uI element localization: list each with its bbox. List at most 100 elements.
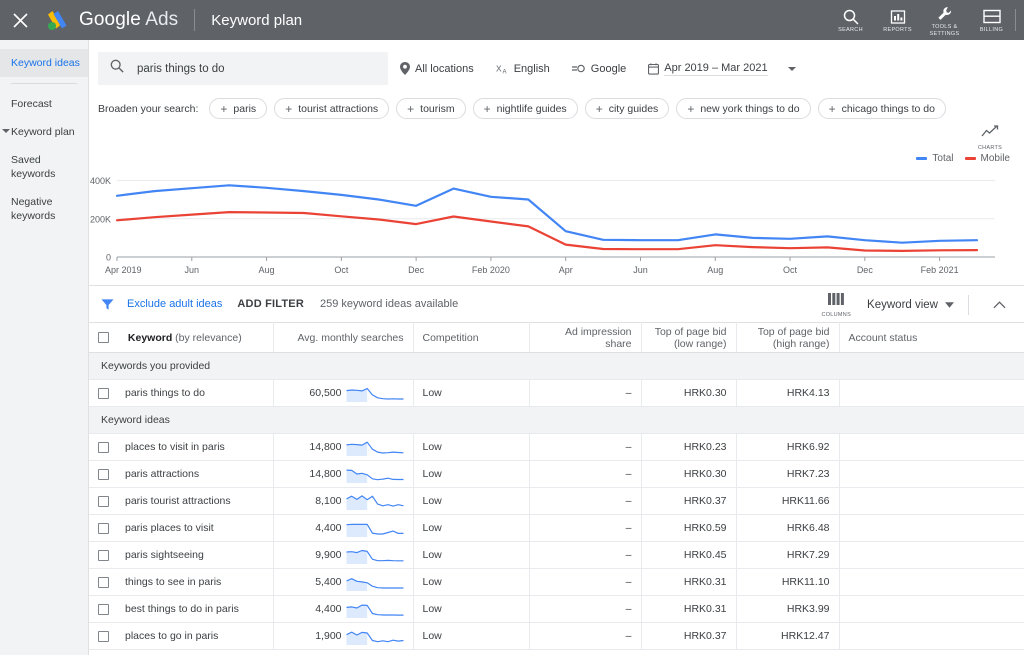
reports-icon[interactable]: REPORTS <box>874 0 921 40</box>
row-checkbox[interactable] <box>98 630 109 642</box>
table-row[interactable]: things to see in paris 5,400 Low – HRK0.31 HR… <box>89 568 1024 596</box>
broaden-chip[interactable]: + new york things to do <box>676 98 811 119</box>
search-input[interactable]: paris things to do <box>98 52 388 85</box>
column-header-bid-low[interactable]: Top of page bid (low range) <box>641 322 737 353</box>
row-checkbox[interactable] <box>98 603 109 615</box>
collapse-chart-button[interactable] <box>983 292 1016 318</box>
sidebar-item-negative-keywords[interactable]: Negative keywords <box>0 188 88 230</box>
table-header-row: Keyword (by relevance) Avg. monthly sear… <box>89 322 1024 353</box>
cell-avg-monthly-searches: 9,900 <box>273 541 414 569</box>
bid-low-value: HRK0.30 <box>683 387 727 399</box>
table-body: Keywords you provided paris things to do 6… <box>89 352 1024 650</box>
cell-avg-monthly-searches: 5,400 <box>273 568 414 596</box>
exclude-adult-ideas-link[interactable]: Exclude adult ideas <box>127 298 222 310</box>
table-row[interactable]: places to go in paris 1,900 Low – HRK0.37 HRK… <box>89 622 1024 650</box>
close-button[interactable] <box>0 0 40 40</box>
keyword-text: paris attractions <box>125 468 200 480</box>
sidebar-item-forecast[interactable]: Forecast <box>0 90 88 118</box>
reports-icon-label: REPORTS <box>883 27 912 34</box>
cell-account-status <box>839 622 1024 650</box>
row-checkbox[interactable] <box>98 441 109 453</box>
row-checkbox[interactable] <box>98 576 109 588</box>
table-row[interactable]: paris places to visit 4,400 Low – HRK0.59 HRK… <box>89 514 1024 542</box>
row-checkbox[interactable] <box>98 549 109 561</box>
broaden-chip[interactable]: + tourist attractions <box>274 98 390 119</box>
table-group-row: Keywords you provided <box>89 352 1024 380</box>
select-all-checkbox[interactable] <box>98 332 109 344</box>
columns-button[interactable]: COLUMNS <box>821 292 851 318</box>
cell-avg-monthly-searches: 8,100 <box>273 487 414 515</box>
search-trend-sparkline <box>345 577 403 591</box>
cell-account-status <box>839 433 1024 461</box>
column-header-competition[interactable]: Competition <box>413 322 530 353</box>
competition-value: Low <box>422 603 442 615</box>
cell-bid-high: HRK6.48 <box>736 514 840 542</box>
billing-icon[interactable]: BILLING <box>968 0 1015 40</box>
column-header-account-status[interactable]: Account status <box>839 322 1024 353</box>
sidebar-item-keyword-ideas[interactable]: Keyword ideas <box>0 49 88 77</box>
broaden-chip[interactable]: + nightlife guides <box>472 98 578 119</box>
broaden-chip[interactable]: + city guides <box>584 98 670 119</box>
table-row[interactable]: paris sightseeing 9,900 Low – HRK0.45 HRK7.29 <box>89 541 1024 569</box>
table-group-title: Keyword ideas <box>89 406 1024 434</box>
language-filter[interactable]: XA English <box>496 63 550 75</box>
bid-high-value: HRK6.92 <box>786 441 830 453</box>
column-header-bid-high[interactable]: Top of page bid (high range) <box>736 322 840 353</box>
location-filter[interactable]: All locations <box>400 62 474 75</box>
broaden-chip-label: tourist attractions <box>298 102 379 115</box>
cell-bid-low: HRK0.31 <box>641 568 737 596</box>
broaden-chip-label: nightlife guides <box>496 102 567 115</box>
network-filter-label: Google <box>590 62 627 75</box>
keyword-view-selector[interactable]: Keyword view <box>867 299 954 311</box>
row-checkbox[interactable] <box>98 387 109 399</box>
cell-avg-monthly-searches: 14,800 <box>273 433 414 461</box>
search-volume-chart: CHARTS Total Mobile 0 200K 400K Apr 2019 Jun… <box>89 125 1024 285</box>
column-header-avg-monthly-searches[interactable]: Avg. monthly searches <box>273 322 414 353</box>
tools-settings-icon[interactable]: TOOLS & SETTINGS <box>921 0 968 40</box>
cell-ad-impression-share: – <box>529 541 642 569</box>
filter-funnel-icon[interactable] <box>101 298 114 311</box>
cell-competition: Low <box>413 433 530 461</box>
broaden-chip[interactable]: + tourism <box>396 98 466 119</box>
table-group-row: Keyword ideas <box>89 406 1024 434</box>
avg-monthly-searches-value: 4,400 <box>315 522 342 534</box>
cell-competition: Low <box>413 541 530 569</box>
competition-value: Low <box>422 387 442 399</box>
sidebar-item-keyword-plan[interactable]: Keyword plan <box>0 118 88 146</box>
cell-keyword: paris things to do <box>89 379 274 407</box>
charts-button[interactable]: CHARTS <box>970 125 1010 151</box>
keyword-ideas-table: Keyword (by relevance) Avg. monthly sear… <box>89 322 1024 650</box>
cell-bid-low: HRK0.37 <box>641 487 737 515</box>
competition-value: Low <box>422 576 442 588</box>
keyword-text: paris places to visit <box>125 522 214 534</box>
search-trend-sparkline <box>345 549 403 564</box>
table-filter-bar-actions: COLUMNS Keyword view <box>821 286 1016 323</box>
search-icon[interactable]: SEARCH <box>827 0 874 40</box>
broaden-chip-label: city guides <box>608 102 659 115</box>
table-row[interactable]: paris things to do 60,500 Low – HRK0.30 HRK4.… <box>89 379 1024 407</box>
google-ads-logo[interactable]: Google Ads <box>44 9 178 31</box>
ad-impression-share-value: – <box>625 495 632 507</box>
table-row[interactable]: paris attractions 14,800 Low – HRK0.30 HRK7.2… <box>89 460 1024 488</box>
sidebar-item-saved-keywords[interactable]: Saved keywords <box>0 146 88 188</box>
column-header-keyword[interactable]: Keyword (by relevance) <box>89 322 274 353</box>
table-row[interactable]: places to visit in paris 14,800 Low – HRK0.2… <box>89 433 1024 461</box>
date-range-chevron-down-icon[interactable] <box>787 66 796 71</box>
table-row[interactable]: best things to do in paris 4,400 Low – HRK0.… <box>89 595 1024 623</box>
row-checkbox[interactable] <box>98 522 109 534</box>
search-trend-sparkline <box>345 523 403 537</box>
cell-bid-high: HRK7.29 <box>736 541 840 569</box>
row-checkbox[interactable] <box>98 495 109 507</box>
bid-high-value: HRK11.10 <box>781 576 830 588</box>
broaden-chip[interactable]: + paris <box>209 98 268 119</box>
cell-ad-impression-share: – <box>529 595 642 623</box>
chevron-down-icon <box>2 129 10 133</box>
date-range-filter[interactable]: Apr 2019 – Mar 2021 <box>648 62 768 76</box>
table-row[interactable]: paris tourist attractions 8,100 Low – HRK0.3… <box>89 487 1024 515</box>
avg-monthly-searches-value: 14,800 <box>309 468 342 480</box>
add-filter-button[interactable]: ADD FILTER <box>237 298 304 310</box>
column-header-ad-impression-share[interactable]: Ad impression share <box>529 322 642 353</box>
broaden-chip[interactable]: + chicago things to do <box>817 98 946 119</box>
network-filter[interactable]: Google <box>571 62 627 75</box>
row-checkbox[interactable] <box>98 468 109 480</box>
